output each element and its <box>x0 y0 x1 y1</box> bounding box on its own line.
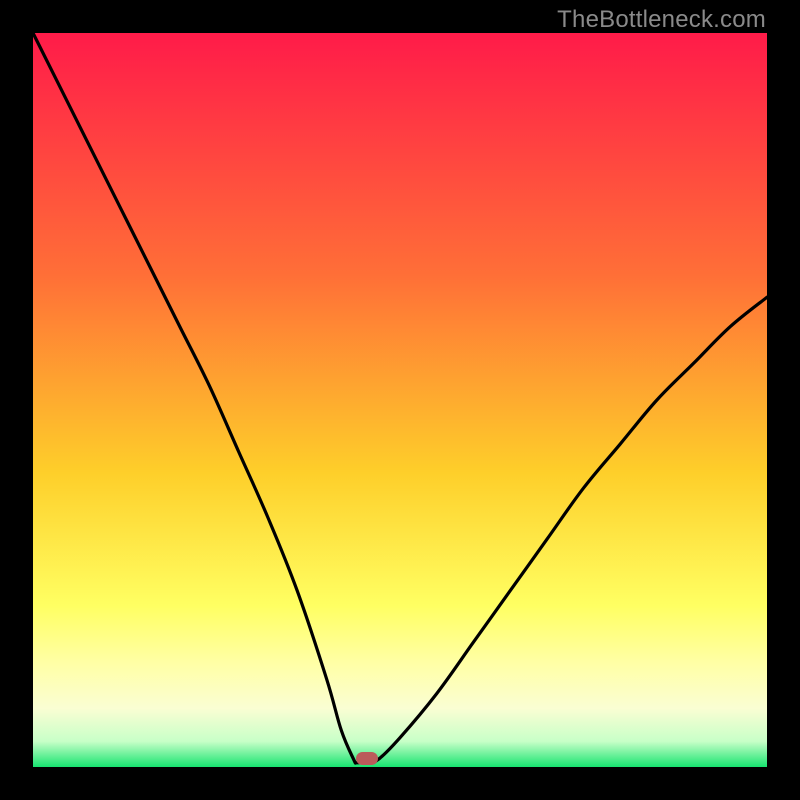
bottleneck-curve <box>33 33 767 767</box>
watermark-text: TheBottleneck.com <box>557 6 766 34</box>
optimum-marker <box>356 752 378 765</box>
plot-area <box>33 33 767 767</box>
chart-frame: TheBottleneck.com <box>0 0 800 800</box>
